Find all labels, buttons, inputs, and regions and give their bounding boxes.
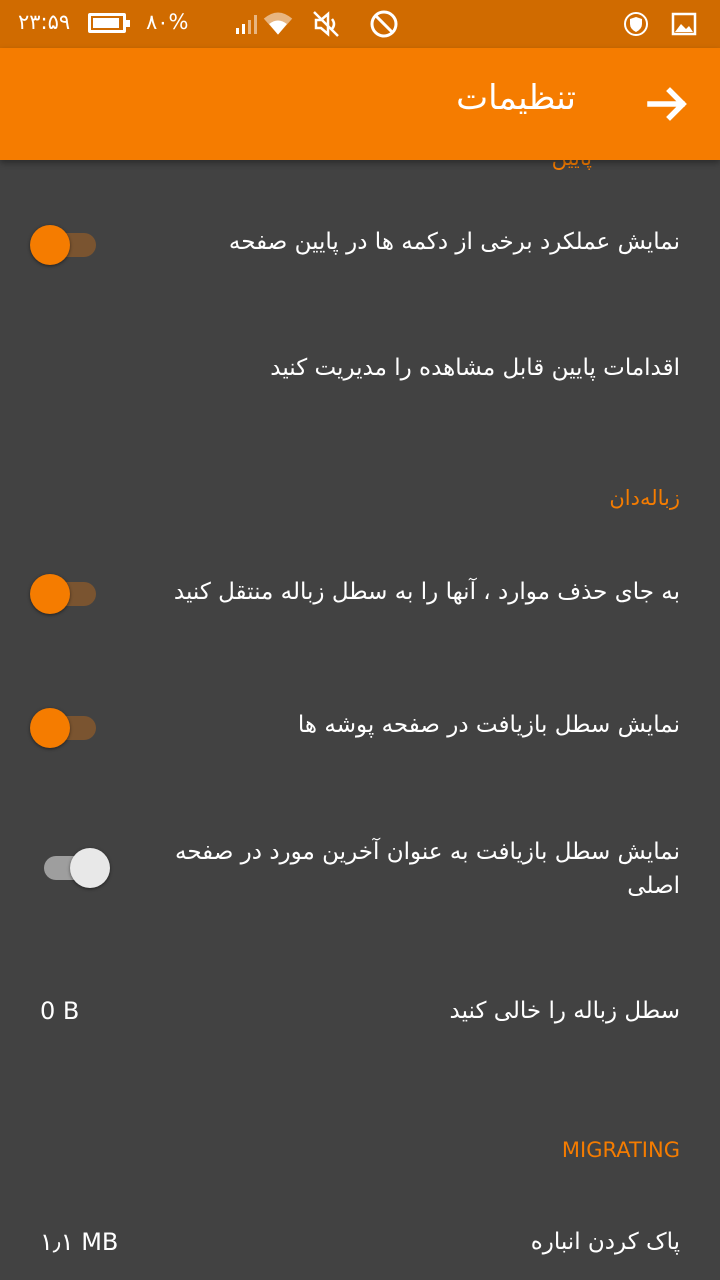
pref-manage-bottom-actions[interactable]: اقدامات پایین قابل مشاهده را مدیریت کنید: [140, 351, 680, 385]
wifi-icon: [263, 12, 293, 35]
switch-thumb: [30, 225, 70, 265]
cache-size: ۱٫۱ MB: [40, 1228, 119, 1256]
pref-title: نمایش عملکرد برخی از دکمه ها در پایین صف…: [228, 229, 680, 255]
gallery-icon: [671, 12, 697, 36]
battery-icon: [88, 13, 130, 33]
pref-title: سطل زباله را خالی کنید: [449, 998, 680, 1024]
switch-thumb: [70, 848, 110, 888]
arrow-forward-icon[interactable]: [644, 80, 692, 128]
switch-thumb: [30, 708, 70, 748]
recycle-bin-last-switch[interactable]: [30, 845, 110, 888]
app-bar: تنظیمات: [0, 48, 720, 160]
pref-title: پاک کردن انباره: [530, 1229, 680, 1255]
battery-percent: ۸۰%: [146, 10, 189, 34]
section-header-recycle-bin: زباله‌دان: [609, 486, 680, 510]
recycle-bin-folders-switch[interactable]: [30, 705, 100, 748]
clock: ۲۳:۵۹: [18, 10, 71, 34]
signal-icon: [236, 15, 257, 34]
mute-icon: [313, 11, 339, 37]
pref-title: نمایش سطل بازیافت به عنوان آخرین مورد در…: [175, 839, 680, 899]
recycle-bin-switch[interactable]: [30, 571, 100, 614]
pref-title: به جای حذف موارد ، آنها را به سطل زباله …: [173, 579, 680, 605]
bottom-actions-switch[interactable]: [30, 222, 100, 265]
page-title: تنظیمات: [456, 78, 576, 118]
do-not-disturb-icon: [370, 10, 398, 38]
status-bar: ۲۳:۵۹ ۸۰%: [0, 0, 720, 48]
section-header-bottom: پایین: [552, 160, 592, 170]
pref-title: نمایش سطل بازیافت در صفحه پوشه ها: [297, 712, 680, 738]
recycle-bin-size: 0 B: [40, 997, 80, 1025]
switch-thumb: [30, 574, 70, 614]
vpn-shield-icon: [624, 12, 648, 36]
settings-list[interactable]: پایین نمایش عملکرد برخی از دکمه ها در پا…: [0, 160, 720, 1280]
section-header-migrating: MIGRATING: [561, 1138, 680, 1162]
